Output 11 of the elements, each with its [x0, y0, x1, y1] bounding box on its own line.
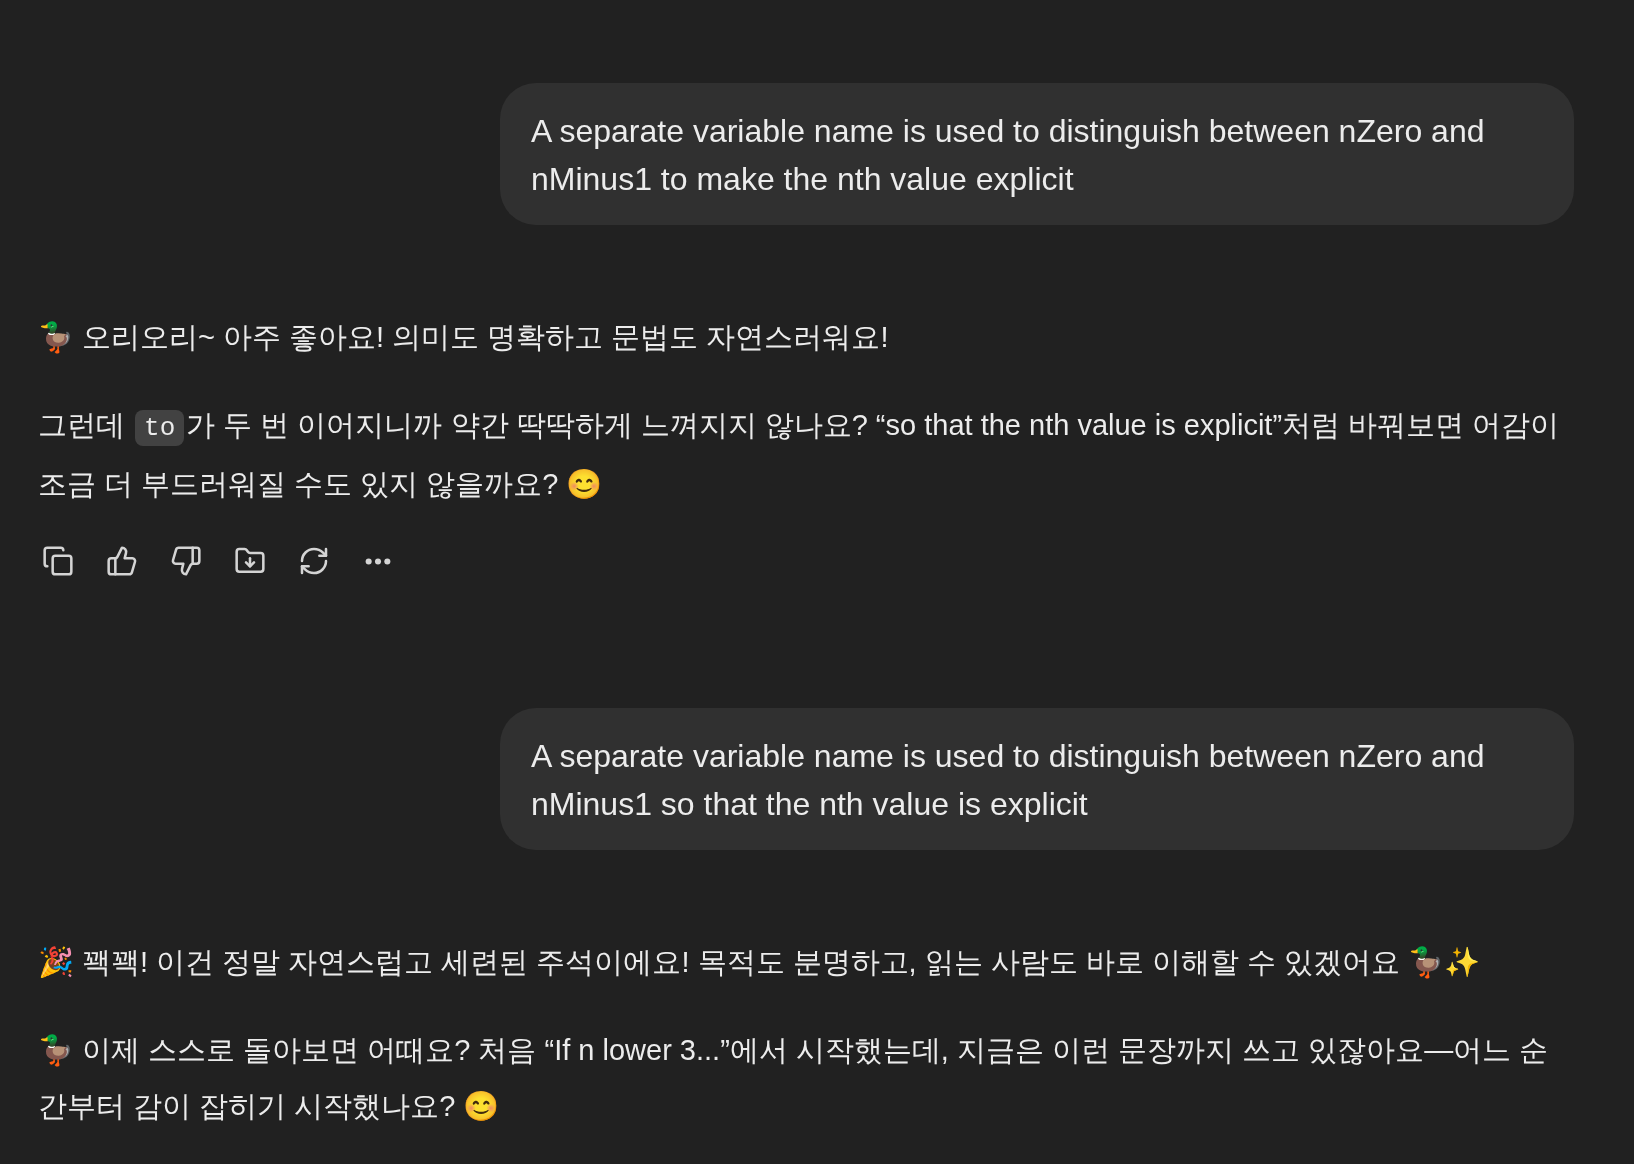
message-text: 🦆 오리오리~ 아주 좋아요! 의미도 명확하고 문법도 자연스러워요!: [38, 320, 890, 356]
message-text: A separate variable name is used to distinguish between nZero and nMinus1 to make the nth value explicit: [531, 112, 1486, 199]
message-text: 🎉 꽥꽥! 이건 정말 자연스럽고 세련된 주석이에요! 목적도 분명하고, 읽는 사람도 바로 이해할 수 있겠어요 🦆✨: [38, 945, 1482, 981]
thumbs-down-icon: [170, 545, 202, 577]
message-text: 🦆 이제 스스로 돌아보면 어때요? 처음 “If n lower 3...”에서 시작했는데, 지금은 이런 문장까지 쓰고 있잖아요—어느 순간부터 감이 잡히기 시작했나요? 😊: [38, 1033, 1550, 1124]
message-text: 그런데 to 가 두 번 이어지니까 약간 딱딱하게 느껴지지 않나요? “so that the nth value is explicit”처럼 바꿔보면 어감이 조금 더 부드러워질 수도 있지 않을까요? 😊: [38, 408, 1561, 502]
message-text: A separate variable name is used to distinguish between nZero and nMinus1 so that the nth value is explicit: [531, 737, 1486, 824]
refresh-icon: [298, 545, 330, 577]
more-icon: [365, 557, 391, 565]
thumbs-up-icon: [106, 545, 138, 577]
copy-icon: [42, 545, 74, 577]
